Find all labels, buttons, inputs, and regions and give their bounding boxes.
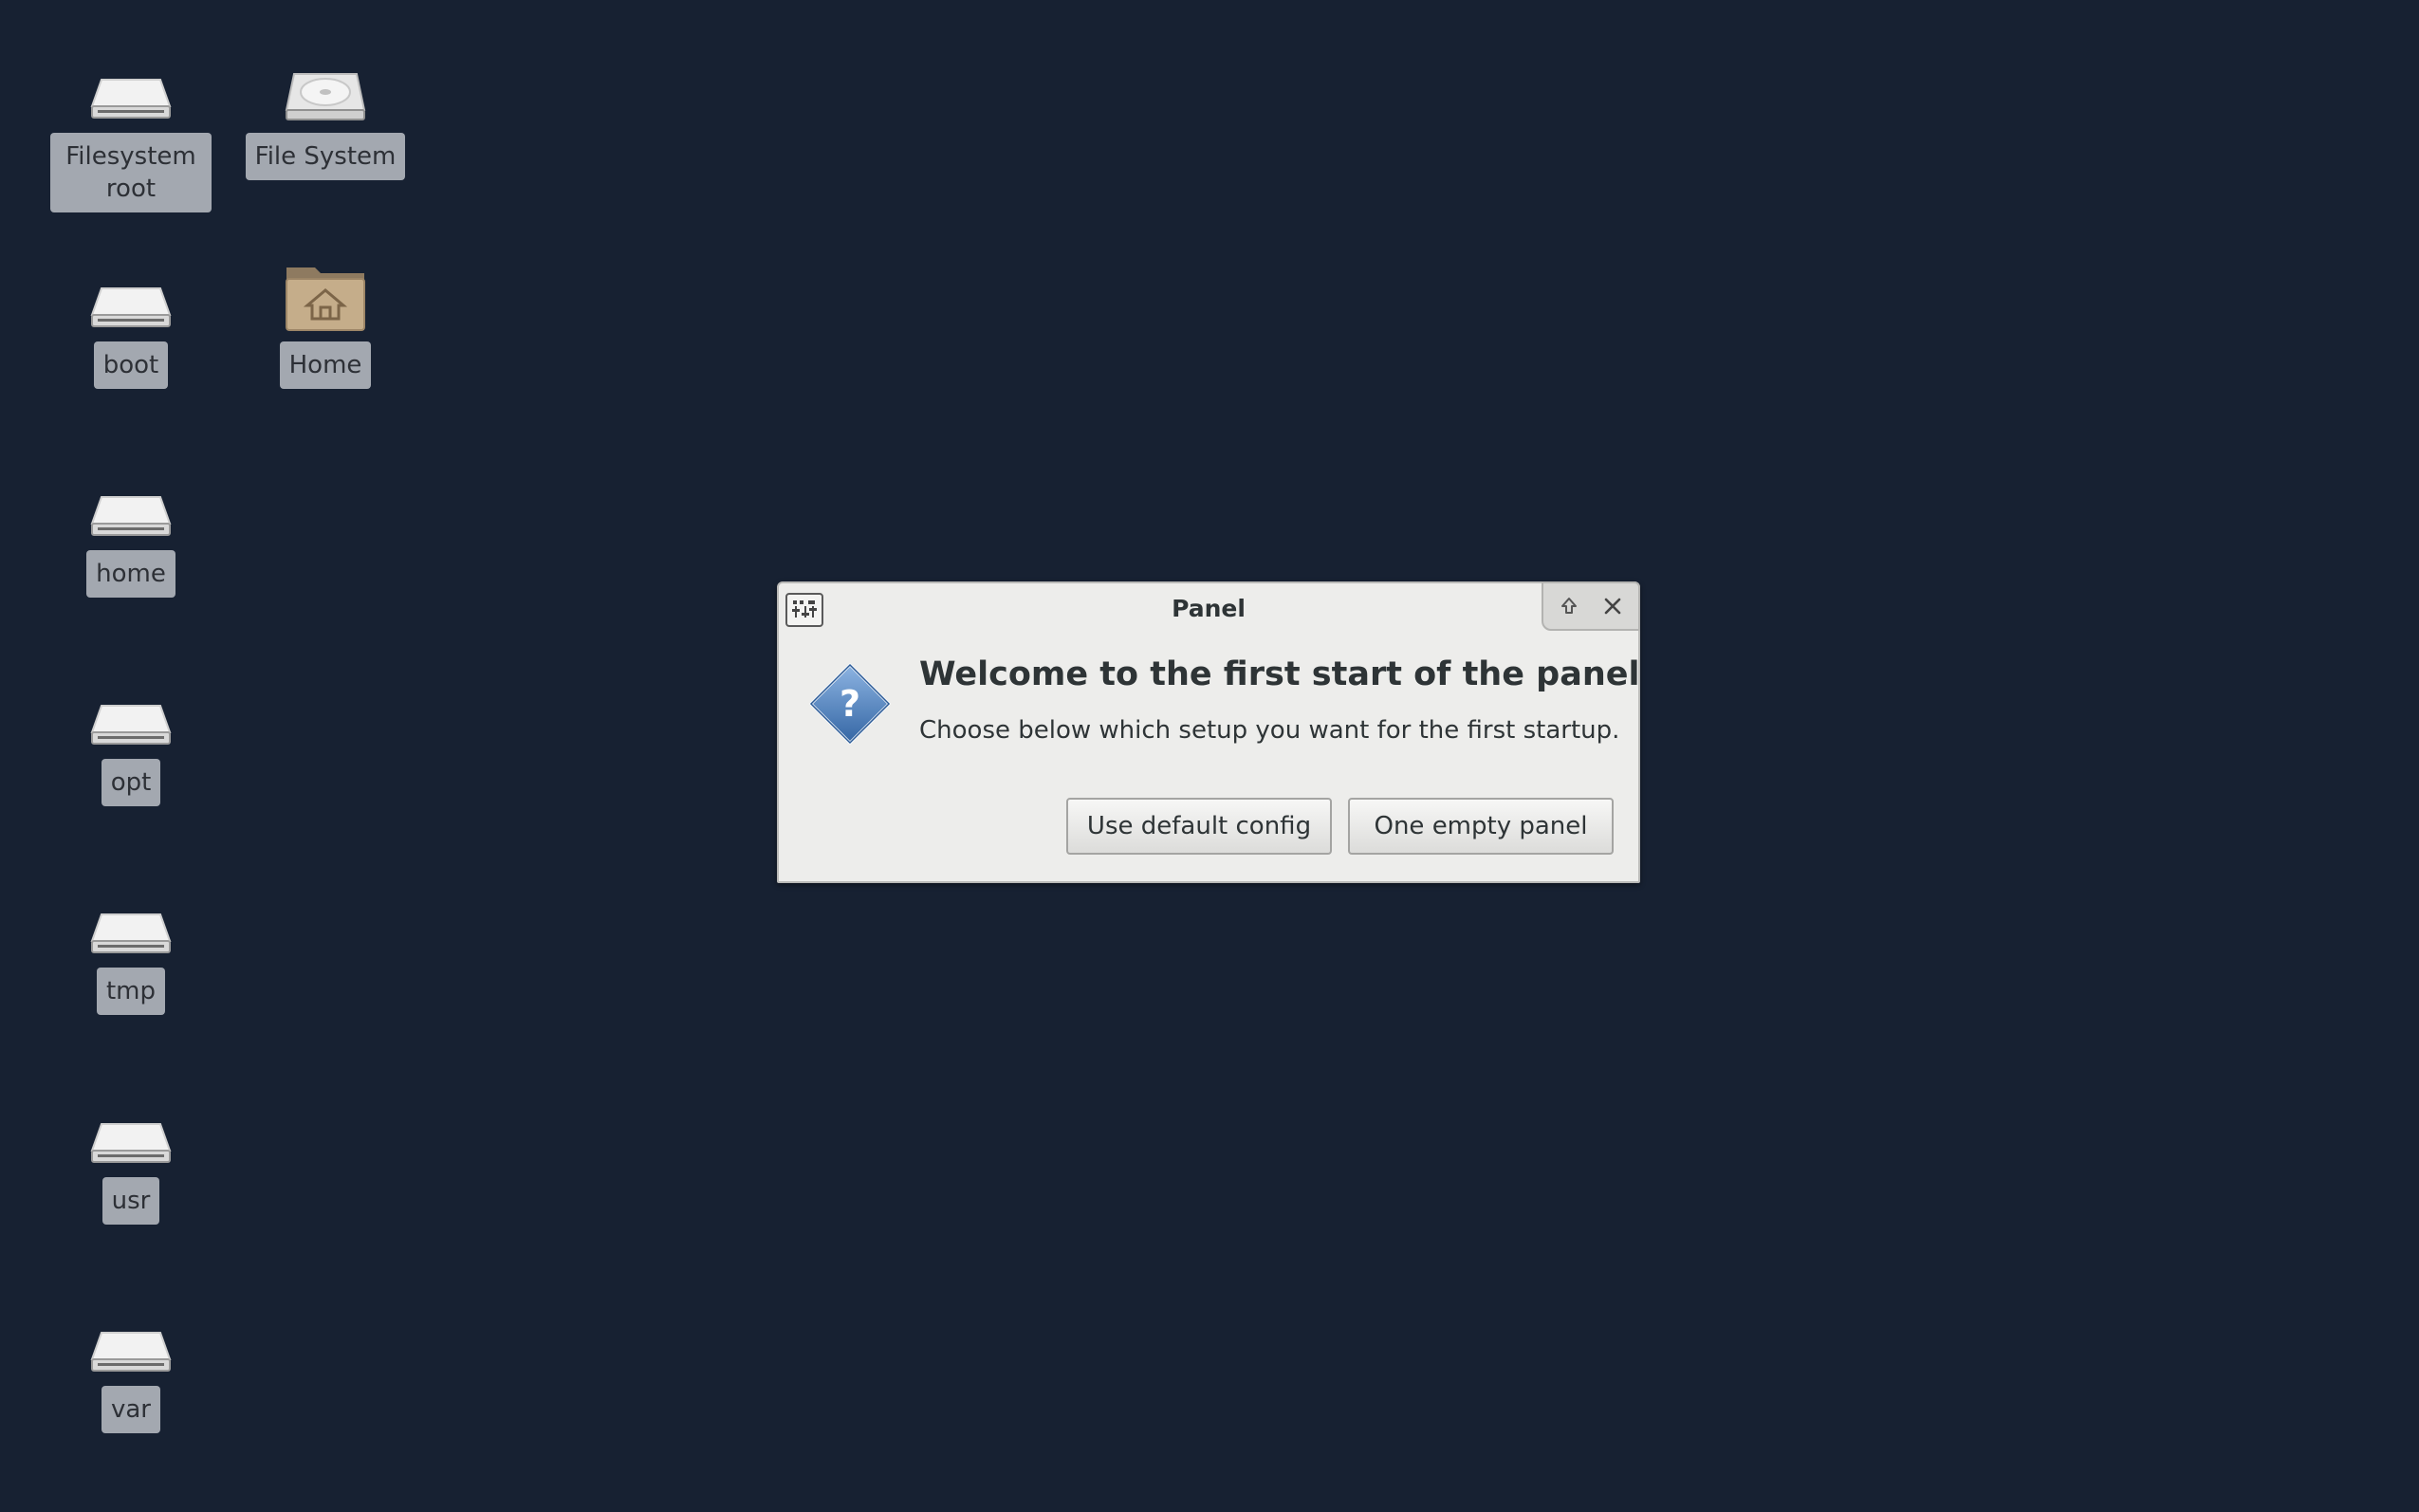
- desktop-icon-tmp[interactable]: tmp: [50, 894, 212, 1015]
- hard-disk-icon: [280, 59, 371, 125]
- dialog-message: Choose below which setup you want for th…: [919, 716, 1620, 745]
- use-default-config-button[interactable]: Use default config: [1066, 798, 1332, 855]
- drive-icon: [85, 476, 176, 543]
- svg-text:?: ?: [840, 683, 860, 725]
- desktop-icon-label: Home: [279, 341, 372, 389]
- desktop-icon-label: usr: [102, 1177, 160, 1225]
- drive-icon: [85, 894, 176, 960]
- drive-icon: [85, 267, 176, 334]
- desktop-icon-boot[interactable]: boot: [50, 267, 212, 389]
- drive-icon: [85, 59, 176, 125]
- desktop: Filesystem root File System boot Home ho…: [0, 0, 2419, 1512]
- dialog-titlebar[interactable]: Panel: [779, 581, 1640, 635]
- close-icon[interactable]: [1597, 590, 1629, 622]
- home-folder-icon: [280, 267, 371, 334]
- desktop-icon-label: File System: [245, 133, 406, 180]
- desktop-icon-label: home: [86, 550, 175, 598]
- drive-icon: [85, 1312, 176, 1378]
- desktop-icon-label: tmp: [96, 968, 166, 1015]
- desktop-icon-label: var: [101, 1386, 160, 1433]
- roll-up-icon[interactable]: [1553, 590, 1585, 622]
- drive-icon: [85, 1103, 176, 1170]
- panel-welcome-dialog: Panel ? Welcome to the first start of th…: [777, 581, 1640, 883]
- desktop-icon-label: boot: [93, 341, 169, 389]
- desktop-icon-home[interactable]: home: [50, 476, 212, 598]
- desktop-icon-home-folder[interactable]: Home: [245, 267, 406, 389]
- desktop-icon-usr[interactable]: usr: [50, 1103, 212, 1225]
- desktop-icon-label: opt: [101, 759, 161, 806]
- desktop-icon-var[interactable]: var: [50, 1312, 212, 1433]
- one-empty-panel-button[interactable]: One empty panel: [1348, 798, 1614, 855]
- desktop-icon-filesystem-root[interactable]: Filesystem root: [50, 59, 212, 212]
- desktop-icon-label: Filesystem root: [50, 133, 212, 212]
- desktop-icon-file-system[interactable]: File System: [245, 59, 406, 180]
- question-icon: ?: [807, 661, 893, 747]
- desktop-icon-opt[interactable]: opt: [50, 685, 212, 806]
- window-controls: [1542, 581, 1640, 631]
- dialog-heading: Welcome to the first start of the panel: [919, 655, 1640, 693]
- dialog-title: Panel: [1172, 595, 1246, 622]
- drive-icon: [85, 685, 176, 751]
